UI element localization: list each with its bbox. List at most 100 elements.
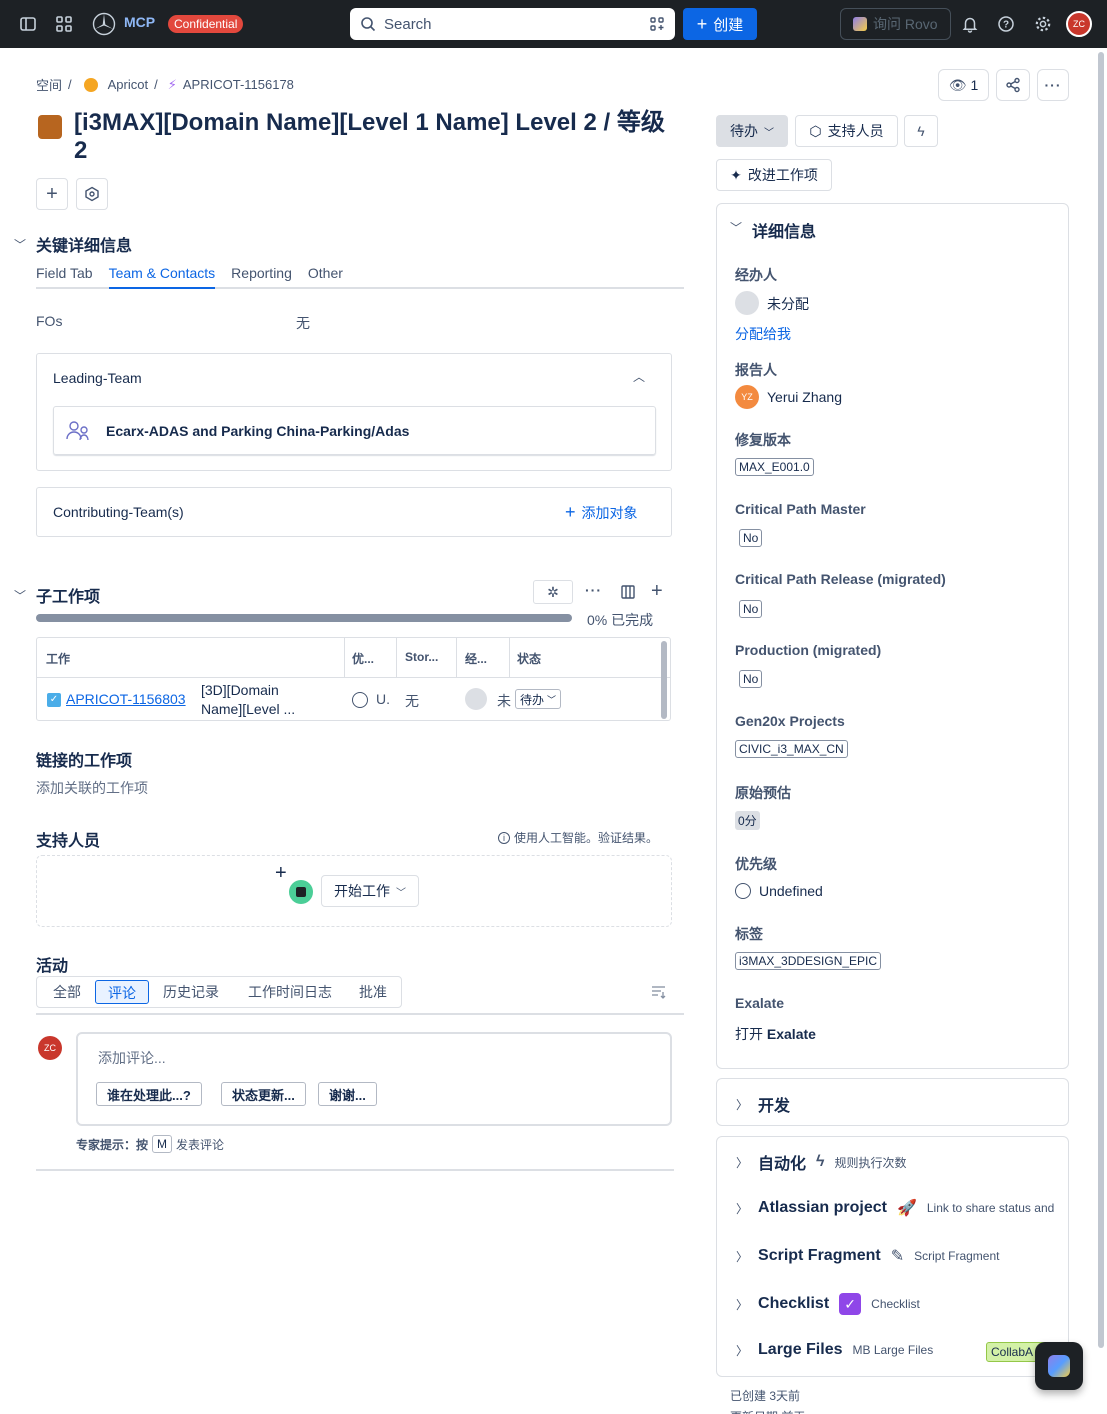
tab-approvals[interactable]: 批准 xyxy=(359,982,387,1002)
reporter-value[interactable]: Yerui Zhang xyxy=(767,389,842,405)
fos-value[interactable]: 无 xyxy=(296,313,310,333)
settings-gear-icon[interactable] xyxy=(1031,12,1055,36)
script-fragment-section[interactable]: 〉 Script Fragment ✎ Script Fragment xyxy=(736,1246,999,1266)
breadcrumb-space[interactable]: 空间 xyxy=(36,75,62,94)
leading-team-card[interactable]: Ecarx-ADAS and Parking China-Parking/Ada… xyxy=(53,406,656,455)
tab-worklog[interactable]: 工作时间日志 xyxy=(248,982,332,1002)
sidebar-toggle-icon[interactable] xyxy=(16,12,40,36)
checklist-sub: Checklist xyxy=(871,1297,920,1311)
start-work-button[interactable]: 开始工作 ﹀ xyxy=(321,875,419,907)
watch-button[interactable]: 👁 1 xyxy=(938,69,989,101)
ai-sparkle-icon[interactable]: ✲ xyxy=(533,580,573,604)
subtask-status-dropdown[interactable]: 待办 ﹀ xyxy=(515,689,562,709)
fix-version-value[interactable]: MAX_E001.0 xyxy=(735,458,814,476)
status-dropdown[interactable]: 待办 ﹀ xyxy=(716,115,788,147)
column-status[interactable]: 状态 xyxy=(517,650,541,667)
collapse-chevron-icon[interactable]: ﹀ xyxy=(14,587,26,604)
support-person-button[interactable]: ⬡ 支持人员 xyxy=(795,115,898,147)
breadcrumb: 空间 / Apricot / ⚡ APRICOT-1156178 xyxy=(36,75,294,94)
info-icon: i xyxy=(498,831,510,844)
quick-reply-chip[interactable]: 谁在处理此...? xyxy=(96,1082,202,1106)
production-value[interactable]: No xyxy=(739,670,763,688)
page-title[interactable]: [i3MAX][Domain Name][Level 1 Name] Level… xyxy=(74,109,674,165)
contributing-team-panel: Contributing-Team(s) + 添加对象 xyxy=(36,487,672,537)
chevron-right-icon: 〉 xyxy=(736,1297,749,1312)
script-fragment-icon: ✎ xyxy=(890,1248,905,1265)
checklist-section[interactable]: 〉 Checklist ✓ Checklist xyxy=(736,1293,920,1315)
rovo-chat-button[interactable] xyxy=(1035,1342,1083,1390)
improve-work-item-button[interactable]: ✦ 改进工作项 xyxy=(716,159,832,191)
tab-field-tab[interactable]: Field Tab xyxy=(36,265,93,287)
exalate-open-text: 打开 xyxy=(735,1026,763,1042)
collapse-chevron-icon[interactable]: ﹀ xyxy=(730,219,742,236)
subtask-story: 无 xyxy=(405,693,419,709)
column-story[interactable]: Stor... xyxy=(405,650,438,664)
more-actions-icon[interactable]: ··· xyxy=(1037,69,1069,101)
fos-label: FOs xyxy=(36,313,63,329)
atlassian-project-section[interactable]: 〉 Atlassian project 🚀 Link to share stat… xyxy=(736,1198,1056,1218)
assignee-value[interactable]: 未分配 xyxy=(767,294,809,314)
tab-other[interactable]: Other xyxy=(308,265,343,287)
gen20x-value[interactable]: CIVIC_i3_MAX_CN xyxy=(735,740,848,758)
tab-reporting[interactable]: Reporting xyxy=(231,265,292,287)
critical-path-master-value[interactable]: No xyxy=(739,529,763,547)
add-subtask-icon[interactable]: + xyxy=(651,580,663,603)
crosshair-cursor-icon: + xyxy=(275,862,287,884)
tab-team-contacts[interactable]: Team & Contacts xyxy=(108,265,216,289)
chevron-right-icon: 〉 xyxy=(736,1097,749,1112)
activity-heading: 活动 xyxy=(36,958,69,975)
column-priority[interactable]: 优... xyxy=(352,650,374,667)
estimate-label: 原始预估 xyxy=(735,785,791,801)
exalate-open-link[interactable]: 打开 Exalate xyxy=(735,1024,816,1044)
tab-history[interactable]: 历史记录 xyxy=(163,982,219,1002)
user-avatar[interactable]: ZC xyxy=(1066,11,1092,37)
tab-all[interactable]: 全部 xyxy=(53,982,81,1002)
priority-value[interactable]: Undefined xyxy=(759,883,823,899)
columns-icon[interactable] xyxy=(620,584,636,603)
help-icon[interactable]: ? xyxy=(994,12,1018,36)
priority-circle-icon xyxy=(352,692,368,708)
add-button[interactable]: + xyxy=(36,178,68,210)
page-scrollbar[interactable] xyxy=(1098,52,1104,1348)
table-scrollbar[interactable] xyxy=(661,641,667,719)
breadcrumb-project[interactable]: Apricot xyxy=(108,77,148,92)
share-icon[interactable] xyxy=(996,69,1030,101)
exalate-value: Exalate xyxy=(766,1026,816,1042)
quick-reply-chip[interactable]: 谢谢... xyxy=(318,1082,377,1106)
column-assignee[interactable]: 经... xyxy=(465,650,487,667)
labels-value[interactable]: i3MAX_3DDESIGN_EPIC xyxy=(735,952,882,970)
labels-label: 标签 xyxy=(735,926,763,942)
collapse-chevron-up-icon[interactable]: ︿ xyxy=(633,368,645,385)
app-switcher-icon[interactable] xyxy=(52,12,76,36)
search-filter-icon[interactable] xyxy=(649,16,665,32)
quick-reply-chip[interactable]: 状态更新... xyxy=(221,1082,306,1106)
notifications-bell-icon[interactable] xyxy=(958,12,982,36)
mercedes-logo-icon[interactable] xyxy=(90,12,118,36)
subtask-key-link[interactable]: APRICOT-1156803 xyxy=(66,691,186,707)
search-input[interactable]: Search xyxy=(350,8,675,40)
apps-hexagon-icon[interactable] xyxy=(76,178,108,210)
automation-heading: 自动化 xyxy=(758,1156,807,1173)
table-row[interactable]: ✓ APRICOT-1156803 [3D][Domain Name][Leve… xyxy=(37,678,657,720)
column-work[interactable]: 工作 xyxy=(46,650,70,667)
development-header[interactable]: 〉 开发 xyxy=(736,1092,790,1116)
ask-rovo-button[interactable]: 询问 Rovo xyxy=(840,8,951,40)
agent-avatar-icon xyxy=(289,880,313,904)
confidential-badge: Confidential xyxy=(168,15,244,33)
assign-to-me-link[interactable]: 分配给我 xyxy=(735,324,791,344)
tab-comments[interactable]: 评论 xyxy=(95,980,149,1004)
create-button[interactable]: + 创建 xyxy=(683,8,757,40)
contributing-team-label: Contributing-Team(s) xyxy=(53,504,184,520)
more-icon[interactable]: ··· xyxy=(585,582,602,598)
breadcrumb-issue-key[interactable]: APRICOT-1156178 xyxy=(183,77,294,92)
comment-editor[interactable]: 添加评论... xyxy=(76,1032,672,1126)
add-object-button[interactable]: + 添加对象 xyxy=(565,502,638,523)
automation-lightning-icon[interactable]: ϟ xyxy=(904,115,938,147)
sort-icon[interactable] xyxy=(651,985,667,1002)
subtask-status-label: 待办 xyxy=(520,692,545,707)
automation-section[interactable]: 〉 自动化 ϟ 规则执行次数 xyxy=(736,1150,907,1174)
estimate-value[interactable]: 0分 xyxy=(735,811,760,830)
collapse-chevron-icon[interactable]: ﹀ xyxy=(14,236,26,253)
critical-path-release-value[interactable]: No xyxy=(739,600,763,618)
add-linked-link[interactable]: 添加关联的工作项 xyxy=(36,778,148,798)
